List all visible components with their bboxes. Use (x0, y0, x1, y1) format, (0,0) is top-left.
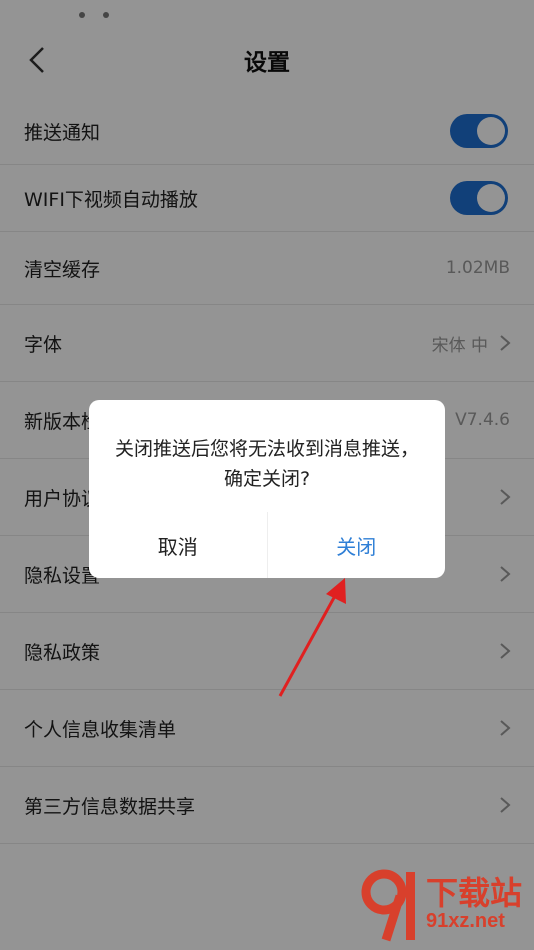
confirm-close-button[interactable]: 关闭 (268, 512, 446, 578)
watermark-url: 91xz.net (426, 910, 505, 932)
watermark-brand: 下载站 (426, 875, 523, 911)
dialog-message: 关闭推送后您将无法收到消息推送，确定关闭? (115, 438, 420, 490)
watermark-91-logo-icon (361, 869, 415, 942)
watermark-logo: 下载站 91xz.net (358, 866, 528, 946)
cancel-button[interactable]: 取消 (89, 512, 268, 578)
dialog-buttons: 取消 关闭 (89, 512, 445, 578)
confirm-dialog: 关闭推送后您将无法收到消息推送，确定关闭? 取消 关闭 (89, 400, 445, 578)
